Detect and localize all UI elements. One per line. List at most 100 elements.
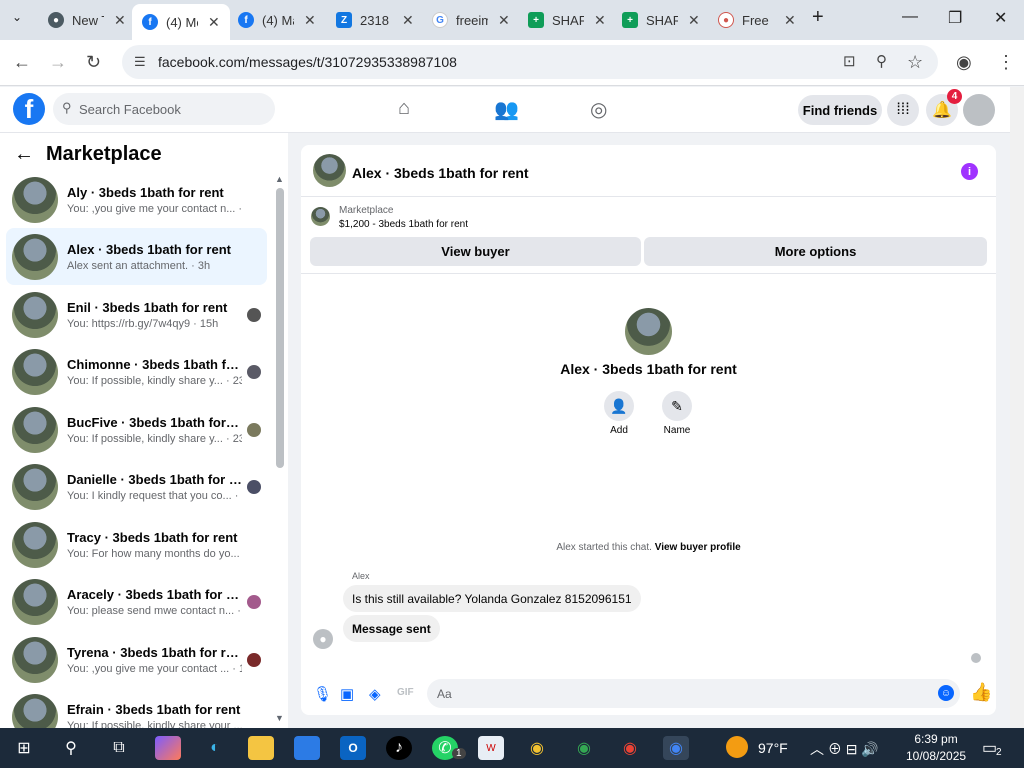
message-bubble[interactable]: Message sent — [343, 615, 440, 642]
close-icon[interactable]: ✕ — [114, 12, 126, 29]
scroll-up-arrow-icon[interactable]: ▲ — [275, 174, 284, 184]
listing-price[interactable]: $1,200 - 3beds 1bath for rent — [339, 219, 468, 230]
friends-icon[interactable]: 👥 — [494, 97, 519, 122]
buyer-profile-title: Alex · 3beds 1bath for rent — [560, 361, 737, 377]
sender-avatar[interactable]: ● — [313, 629, 333, 649]
copilot-icon[interactable] — [155, 736, 181, 760]
edit-pencil-icon[interactable]: ✎ — [662, 391, 692, 421]
conversation-item[interactable]: Danielle · 3beds 1bath for rent You: I k… — [6, 458, 267, 515]
conversation-name: Tyrena · 3beds 1bath for rent — [67, 644, 242, 660]
site-info-icon[interactable]: ☰ — [134, 54, 146, 70]
close-icon[interactable]: ✕ — [304, 12, 316, 29]
tab-google[interactable]: G freeimage ✕ — [422, 0, 520, 40]
tab-free[interactable]: ● Free ✕ — [708, 0, 806, 40]
add-person-icon[interactable]: 👤 — [604, 391, 634, 421]
edge-icon[interactable]: ◐ — [202, 736, 228, 760]
menu-grid-icon[interactable]: ⁞⁞⁞ — [887, 94, 919, 126]
tab-messenger[interactable]: f (4) Messenger ✕ — [132, 4, 230, 40]
bookmark-star-icon[interactable]: ☆ — [907, 52, 923, 73]
facebook-logo-icon[interactable]: f — [13, 93, 45, 125]
system-tray-icons[interactable]: ︿ ⊕ ⊟ 🔊 — [810, 739, 879, 759]
conversation-item[interactable]: Tracy · 3beds 1bath for rent You: For ho… — [6, 516, 267, 573]
clock[interactable]: 6:39 pm 10/08/2025 — [906, 731, 966, 765]
conversation-item[interactable]: Aly · 3beds 1bath for rent You: ,you giv… — [6, 171, 267, 228]
view-buyer-button[interactable]: View buyer — [310, 237, 641, 266]
tab-sheets-1[interactable]: + SHARE ✕ — [518, 0, 616, 40]
window-close-icon[interactable]: ✕ — [994, 8, 1007, 28]
more-options-button[interactable]: More options — [644, 237, 987, 266]
reload-icon[interactable]: ↻ — [86, 52, 101, 73]
back-icon[interactable]: ← — [13, 52, 31, 73]
microphone-icon[interactable]: 🎙 — [313, 685, 332, 703]
conversation-item-active[interactable]: Alex · 3beds 1bath for rent Alex sent an… — [6, 228, 267, 285]
close-icon[interactable]: ✕ — [402, 12, 414, 29]
photo-icon[interactable]: ▣ — [340, 685, 354, 703]
conversation-item[interactable]: BucFive · 3beds 1bath for rent You: If p… — [6, 401, 267, 458]
search-input[interactable]: ⚲ Search Facebook — [53, 93, 275, 125]
profile-icon[interactable]: ◉ — [956, 52, 972, 73]
close-icon[interactable]: ✕ — [784, 12, 796, 29]
listing-thumbnail[interactable] — [311, 207, 330, 226]
chrome-profile-icon[interactable]: ◉ — [524, 736, 550, 760]
info-icon[interactable]: i — [961, 163, 978, 180]
message-input[interactable]: Aa — [427, 679, 960, 708]
buyer-profile-avatar[interactable] — [625, 308, 672, 355]
maximize-icon[interactable]: ❐ — [948, 8, 962, 28]
thumbs-up-icon[interactable]: 👍 — [970, 682, 992, 703]
search-icon[interactable]: ⚲ — [58, 736, 84, 760]
home-icon[interactable]: ⌂ — [398, 97, 410, 120]
chat-title[interactable]: Alex · 3beds 1bath for rent — [352, 165, 529, 181]
groups-icon[interactable]: ◎ — [590, 97, 607, 122]
conversation-item[interactable]: Tyrena · 3beds 1bath for rent You: ,you … — [6, 631, 267, 688]
file-explorer-icon[interactable] — [248, 736, 274, 760]
install-app-icon[interactable]: ⊡ — [843, 52, 856, 70]
url-text: facebook.com/messages/t/3107293533898710… — [158, 54, 457, 70]
conversation-item[interactable]: Chimonne · 3beds 1bath for r... You: If … — [6, 343, 267, 400]
close-icon[interactable]: ✕ — [594, 12, 606, 29]
store-icon[interactable] — [294, 736, 320, 760]
chrome-profile-icon[interactable]: ◉ — [617, 736, 643, 760]
tiktok-icon[interactable]: ♪ — [386, 736, 412, 760]
notification-center-icon[interactable]: ▭ — [982, 738, 997, 758]
tab-zillow[interactable]: Z 2318 ✕ — [326, 0, 424, 40]
tab-search-icon[interactable]: ⌄ — [12, 10, 22, 24]
chat-started-note: Alex started this chat. View buyer profi… — [301, 542, 996, 553]
outlook-icon[interactable]: O — [340, 736, 366, 760]
tab-sheets-2[interactable]: + SHARE ✕ — [612, 0, 710, 40]
menu-dots-icon[interactable]: ⋮ — [997, 52, 1015, 73]
weather-temp[interactable]: 97°F — [758, 740, 788, 756]
windows-start-icon[interactable]: ⊞ — [11, 736, 37, 760]
house-avatar — [12, 521, 58, 568]
close-icon[interactable]: ✕ — [688, 12, 700, 29]
zoom-icon[interactable]: ⚲ — [876, 52, 887, 70]
back-arrow-icon[interactable]: ← — [14, 143, 34, 166]
wpm-icon[interactable]: W — [478, 736, 504, 760]
windows-taskbar: ⊞ ⚲ ⧉ ◐ O ♪ ✆ 1 W ◉ ◉ ◉ ◉ 97°F ︿ ⊕ ⊟ 🔊 6… — [0, 728, 1024, 768]
task-view-icon[interactable]: ⧉ — [106, 736, 132, 760]
gif-icon[interactable]: GIF — [397, 687, 414, 698]
listing-label: Marketplace — [339, 205, 394, 216]
conversation-item[interactable]: Enil · 3beds 1bath for rent You: https:/… — [6, 286, 267, 343]
view-buyer-profile-link[interactable]: View buyer profile — [655, 542, 741, 553]
account-avatar[interactable] — [963, 94, 995, 126]
close-icon[interactable]: ✕ — [498, 12, 510, 29]
chat-avatar[interactable] — [313, 154, 346, 187]
minimize-icon[interactable]: — — [902, 8, 918, 26]
close-icon[interactable]: ✕ — [208, 14, 220, 31]
url-field[interactable]: ☰ facebook.com/messages/t/31072935338987… — [122, 45, 938, 79]
sticker-icon[interactable]: ◈ — [369, 685, 381, 703]
scroll-down-arrow-icon[interactable]: ▼ — [275, 713, 284, 723]
chrome-profile-icon[interactable]: ◉ — [571, 736, 597, 760]
new-tab-icon[interactable]: + — [812, 6, 824, 29]
chrome-profile-icon[interactable]: ◉ — [663, 736, 689, 760]
find-friends-button[interactable]: Find friends — [798, 95, 882, 125]
emoji-icon[interactable]: ☺ — [938, 685, 954, 701]
conversation-item[interactable]: Efrain · 3beds 1bath for rent You: If po… — [6, 688, 267, 728]
tab-new-tab[interactable]: ● New Tab ✕ — [38, 0, 136, 40]
sidebar-scrollbar[interactable] — [276, 188, 284, 468]
tab-marketplace[interactable]: f (4) Marketplace ✕ — [228, 0, 326, 40]
page-scrollbar[interactable] — [1010, 87, 1024, 728]
message-bubble[interactable]: Is this still available? Yolanda Gonzale… — [343, 585, 641, 612]
forward-icon[interactable]: → — [49, 52, 67, 73]
conversation-item[interactable]: Aracely · 3beds 1bath for rent You: plea… — [6, 573, 267, 630]
